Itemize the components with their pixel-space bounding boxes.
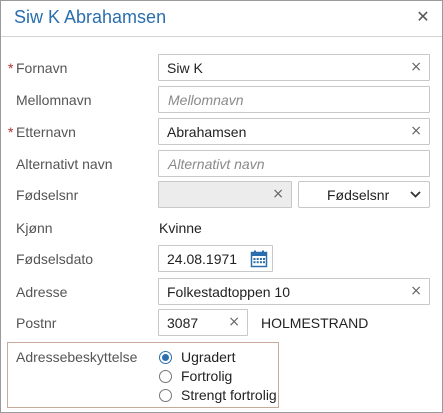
dialog-title: Siw K Abrahamsen	[14, 7, 167, 27]
fornavn-field[interactable]: Siw K ×	[158, 54, 430, 81]
postnr-value: 3087	[167, 315, 199, 331]
fodselsdato-field[interactable]: 24.08.1971	[158, 245, 273, 272]
kjonn-label: Kjønn	[16, 220, 53, 236]
mellomnavn-placeholder: Mellomnavn	[168, 92, 244, 108]
clear-etternavn-icon[interactable]: ×	[410, 123, 422, 139]
fornavn-value: Siw K	[167, 60, 203, 76]
fornavn-label: * Fornavn	[8, 60, 68, 76]
calendar-icon[interactable]	[249, 249, 269, 269]
dialog-header: Siw K Abrahamsen ✕	[1, 1, 442, 37]
clear-adresse-icon[interactable]: ×	[410, 283, 422, 299]
mellomnavn-field[interactable]: Mellomnavn	[158, 86, 430, 113]
radio-strengt-fortrolig-label: Strengt fortrolig	[181, 387, 277, 403]
adressebeskyttelse-label: Adressebeskyttelse	[16, 349, 138, 365]
fornavn-label-text: Fornavn	[16, 60, 68, 76]
radio-ugradert-label: Ugradert	[181, 349, 236, 365]
mellomnavn-label: Mellomnavn	[16, 92, 92, 108]
poststed-value: HOLMESTRAND	[261, 315, 369, 331]
radio-selected-icon[interactable]	[159, 351, 172, 364]
fodselsnr-type-select[interactable]: Fødselsnr	[298, 181, 430, 208]
alternativt-navn-field[interactable]: Alternativt navn	[158, 150, 430, 177]
required-mark: *	[8, 60, 14, 76]
etternavn-value: Abrahamsen	[167, 124, 247, 140]
etternavn-label: * Etternavn	[8, 124, 76, 140]
adresse-value: Folkestadtoppen 10	[167, 284, 290, 300]
alternativt-navn-label: Alternativt navn	[16, 156, 113, 172]
postnr-label: Postnr	[16, 315, 57, 331]
adresse-label: Adresse	[16, 284, 68, 300]
etternavn-label-text: Etternavn	[16, 124, 76, 140]
alternativt-navn-placeholder: Alternativt navn	[168, 156, 265, 172]
adresse-field[interactable]: Folkestadtoppen 10 ×	[158, 278, 430, 305]
radio-unselected-icon[interactable]	[159, 389, 172, 402]
adressebeskyttelse-box: Adressebeskyttelse Ugradert Fortrolig St…	[7, 342, 279, 408]
radio-unselected-icon[interactable]	[159, 370, 172, 383]
close-icon[interactable]: ✕	[415, 9, 431, 25]
required-mark: *	[8, 124, 14, 140]
kjonn-value: Kvinne	[159, 220, 202, 236]
clear-fornavn-icon[interactable]: ×	[410, 59, 422, 75]
clear-postnr-icon[interactable]: ×	[228, 314, 240, 330]
clear-fodselsnr-icon[interactable]: ×	[272, 186, 284, 202]
chevron-down-icon	[410, 191, 421, 198]
fodselsnr-field[interactable]: ×	[158, 181, 292, 208]
fodselsdato-value: 24.08.1971	[167, 251, 238, 267]
person-dialog: Siw K Abrahamsen ✕ * Fornavn Siw K × Mel…	[0, 0, 443, 413]
radio-fortrolig-label: Fortrolig	[181, 368, 233, 384]
fodselsdato-label: Fødselsdato	[16, 251, 94, 267]
fodselsnr-label: Fødselsnr	[16, 187, 79, 203]
postnr-field[interactable]: 3087 ×	[158, 309, 248, 336]
etternavn-field[interactable]: Abrahamsen ×	[158, 118, 430, 145]
fodselsnr-type-value: Fødselsnr	[327, 187, 390, 203]
